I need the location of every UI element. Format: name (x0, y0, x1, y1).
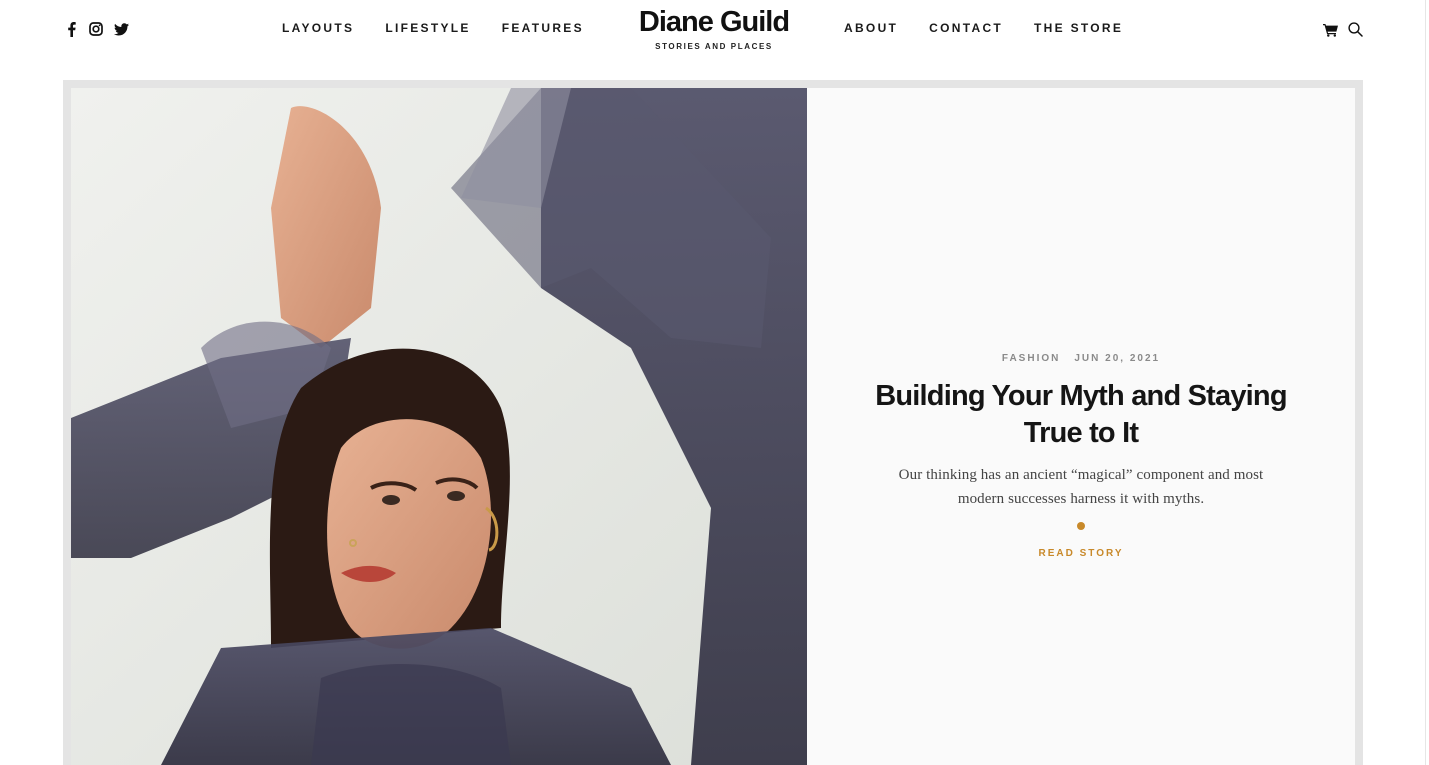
search-icon (1348, 22, 1363, 37)
primary-nav-right: ABOUT CONTACT THE STORE (844, 21, 1123, 35)
instagram-icon (89, 22, 103, 36)
nav-item-the-store[interactable]: THE STORE (1034, 21, 1123, 35)
featured-post: FASHION JUN 20, 2021 Building Your Myth a… (63, 80, 1363, 765)
page-edge (1425, 0, 1429, 765)
nav-item-features[interactable]: FEATURES (502, 21, 584, 35)
twitter-icon (113, 22, 129, 35)
nav-item-lifestyle[interactable]: LIFESTYLE (385, 21, 470, 35)
post-title[interactable]: Building Your Myth and Staying True to I… (861, 378, 1301, 452)
post-category[interactable]: FASHION (1002, 353, 1060, 364)
nav-item-layouts[interactable]: LAYOUTS (282, 21, 354, 35)
cart-button[interactable] (1322, 21, 1339, 38)
site-title: Diane Guild (638, 6, 790, 38)
facebook-icon (67, 21, 76, 37)
social-links (63, 21, 129, 37)
facebook-link[interactable] (63, 21, 79, 37)
read-story-link[interactable]: READ STORY (807, 548, 1355, 559)
featured-image[interactable] (71, 88, 807, 765)
site-tagline: STORIES AND PLACES (655, 42, 773, 51)
portrait-illustration (71, 88, 807, 765)
featured-post-content: FASHION JUN 20, 2021 Building Your Myth a… (807, 88, 1355, 765)
primary-nav-left: LAYOUTS LIFESTYLE FEATURES (282, 21, 584, 35)
site-header: LAYOUTS LIFESTYLE FEATURES Diane Guild S… (0, 0, 1429, 80)
post-meta: FASHION JUN 20, 2021 (807, 353, 1355, 364)
header-tools (1322, 21, 1364, 38)
cart-icon (1323, 23, 1338, 37)
accent-dot (1077, 522, 1085, 530)
featured-post-card: FASHION JUN 20, 2021 Building Your Myth a… (71, 88, 1355, 765)
twitter-link[interactable] (113, 21, 129, 37)
post-excerpt: Our thinking has an ancient “magical” co… (898, 467, 1264, 507)
site-logo[interactable]: Diane Guild STORIES AND PLACES (614, 6, 814, 51)
nav-item-contact[interactable]: CONTACT (929, 21, 1003, 35)
nav-item-about[interactable]: ABOUT (844, 21, 898, 35)
post-date: JUN 20, 2021 (1074, 353, 1161, 364)
instagram-link[interactable] (88, 21, 104, 37)
search-button[interactable] (1347, 21, 1364, 38)
